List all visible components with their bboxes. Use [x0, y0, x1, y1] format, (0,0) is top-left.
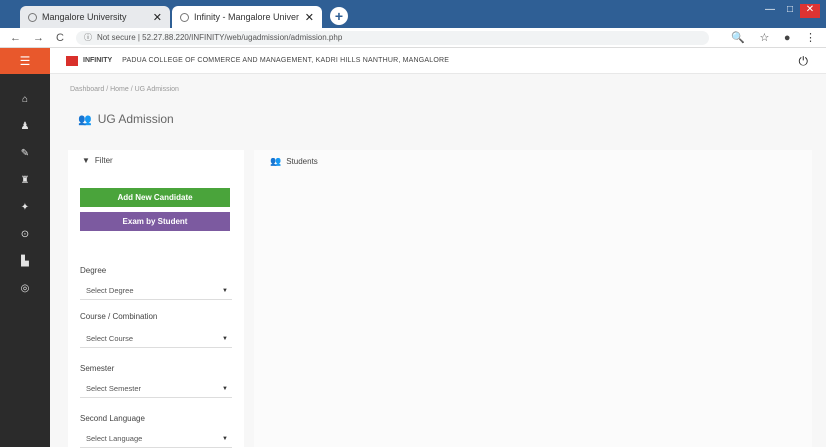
report-icon[interactable]: ⊙ [21, 221, 29, 248]
college-name: PADUA COLLEGE OF COMMERCE AND MANAGEMENT… [122, 57, 450, 64]
users-icon[interactable]: ♜ [21, 167, 30, 194]
reload-icon[interactable]: C [56, 32, 64, 44]
browser-tab-bar: Mangalore University ✕ Infinity - Mangal… [0, 0, 826, 28]
semester-label: Semester [80, 364, 115, 373]
users-group-icon: 👥 [78, 113, 92, 126]
degree-select[interactable]: Select Degree ▼ [80, 282, 232, 300]
zoom-icon[interactable]: 🔍 [731, 32, 745, 44]
sidebar-icon-list: ⌂ ♟ ✎ ♜ ✦ ⊙ ▙ ◎ [0, 74, 50, 302]
back-icon[interactable]: ← [10, 32, 21, 44]
address-bar: ← → C ⓘ Not secure | 52.27.88.220/INFINI… [0, 28, 826, 48]
semester-select-value: Select Semester [86, 384, 142, 393]
language-select-value: Select Language [86, 434, 143, 443]
caret-down-icon: ▼ [222, 335, 228, 342]
chart-icon[interactable]: ▙ [21, 248, 29, 275]
brand-name: INFINITY [83, 57, 113, 64]
tab-label: Infinity - Mangalore University [194, 12, 299, 22]
profile-icon[interactable]: ● [784, 32, 791, 44]
pencil-icon[interactable]: ✎ [21, 140, 29, 167]
settings-icon[interactable]: ✦ [21, 194, 29, 221]
filter-header: ▼ Filter [82, 156, 113, 165]
users-group-icon: 👥 [270, 156, 282, 166]
hamburger-icon: ☰ [19, 54, 31, 68]
browser-tab[interactable]: Mangalore University ✕ [20, 6, 170, 28]
exam-by-student-button[interactable]: Exam by Student [80, 212, 230, 231]
caret-down-icon: ▼ [222, 435, 228, 442]
course-label: Course / Combination [80, 312, 158, 321]
tab-close-icon[interactable]: ✕ [305, 11, 314, 24]
course-select-value: Select Course [86, 334, 134, 343]
page-title-text: UG Admission [97, 112, 174, 126]
info-icon[interactable]: ⓘ [84, 32, 92, 43]
site-favicon-icon [180, 12, 189, 22]
menu-toggle-button[interactable]: ☰ [0, 48, 50, 74]
semester-select[interactable]: Select Semester ▼ [80, 380, 232, 398]
caret-down-icon: ▼ [222, 287, 228, 294]
window-controls: — □ ✕ [760, 4, 820, 18]
language-label: Second Language [80, 414, 145, 423]
new-tab-button[interactable]: + [330, 7, 348, 25]
help-icon[interactable]: ◎ [21, 275, 30, 302]
degree-label: Degree [80, 266, 107, 275]
app-header: INFINITY PADUA COLLEGE OF COMMERCE AND M… [50, 48, 826, 74]
language-select[interactable]: Select Language ▼ [80, 430, 232, 448]
brand-logo-icon [66, 55, 78, 66]
filter-funnel-icon: ▼ [82, 156, 90, 165]
course-select[interactable]: Select Course ▼ [80, 330, 232, 348]
degree-select-value: Select Degree [86, 286, 134, 295]
site-favicon-icon [28, 12, 37, 22]
menu-kebab-icon[interactable]: ⋮ [805, 32, 816, 44]
students-panel: 👥 Students [254, 150, 812, 447]
logout-power-icon[interactable]: ⏻ [799, 54, 809, 69]
students-title: Students [286, 157, 318, 166]
url-field[interactable]: ⓘ Not secure | 52.27.88.220/INFINITY/web… [75, 30, 710, 45]
browser-actions: 🔍 ☆ ● ⋮ [719, 31, 816, 44]
breadcrumb[interactable]: Dashboard / Home / UG Admission [70, 86, 179, 93]
bookmark-star-icon[interactable]: ☆ [759, 32, 769, 44]
browser-tab-active[interactable]: Infinity - Mangalore University ✕ [172, 6, 322, 28]
app-sidebar: ☰ ⌂ ♟ ✎ ♜ ✦ ⊙ ▙ ◎ [0, 48, 50, 447]
minimize-icon[interactable]: — [760, 4, 780, 18]
students-header: 👥 Students [270, 156, 318, 167]
filter-title: Filter [94, 156, 113, 165]
home-icon[interactable]: ⌂ [22, 86, 28, 113]
url-text: Not secure | 52.27.88.220/INFINITY/web/u… [96, 33, 343, 42]
window-close-icon[interactable]: ✕ [800, 4, 820, 18]
tab-close-icon[interactable]: ✕ [153, 11, 162, 24]
filter-panel: ▼ Filter Add New Candidate Exam by Stude… [68, 150, 244, 448]
add-new-candidate-button[interactable]: Add New Candidate [80, 188, 230, 207]
forward-icon[interactable]: → [33, 32, 44, 44]
caret-down-icon: ▼ [222, 385, 228, 392]
maximize-icon[interactable]: □ [780, 4, 800, 18]
user-icon[interactable]: ♟ [21, 113, 30, 140]
page-title: 👥 UG Admission [78, 112, 174, 126]
tab-label: Mangalore University [42, 12, 127, 22]
